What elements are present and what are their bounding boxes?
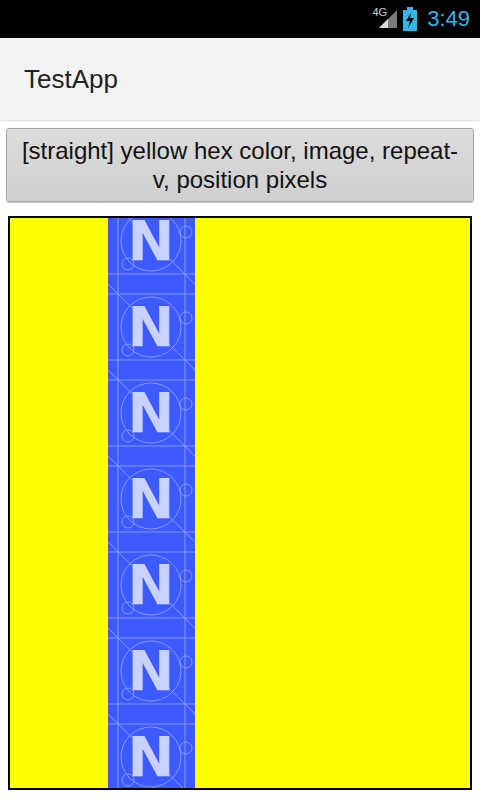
status-bar: 4G 3:49	[0, 0, 480, 38]
repeat-logo-icon: N	[108, 218, 195, 788]
screen: 4G 3:49 TestApp [straight] yellow hex color…	[0, 0, 480, 800]
network-label: 4G	[372, 6, 387, 18]
clock: 3:49	[427, 6, 470, 32]
app-title: TestApp	[24, 64, 118, 95]
action-bar: TestApp	[0, 38, 480, 120]
background-panel: N	[8, 216, 472, 790]
test-button[interactable]: [straight] yellow hex color, image, repe…	[6, 128, 474, 202]
battery-icon	[403, 7, 417, 31]
signal-icon	[379, 10, 397, 28]
